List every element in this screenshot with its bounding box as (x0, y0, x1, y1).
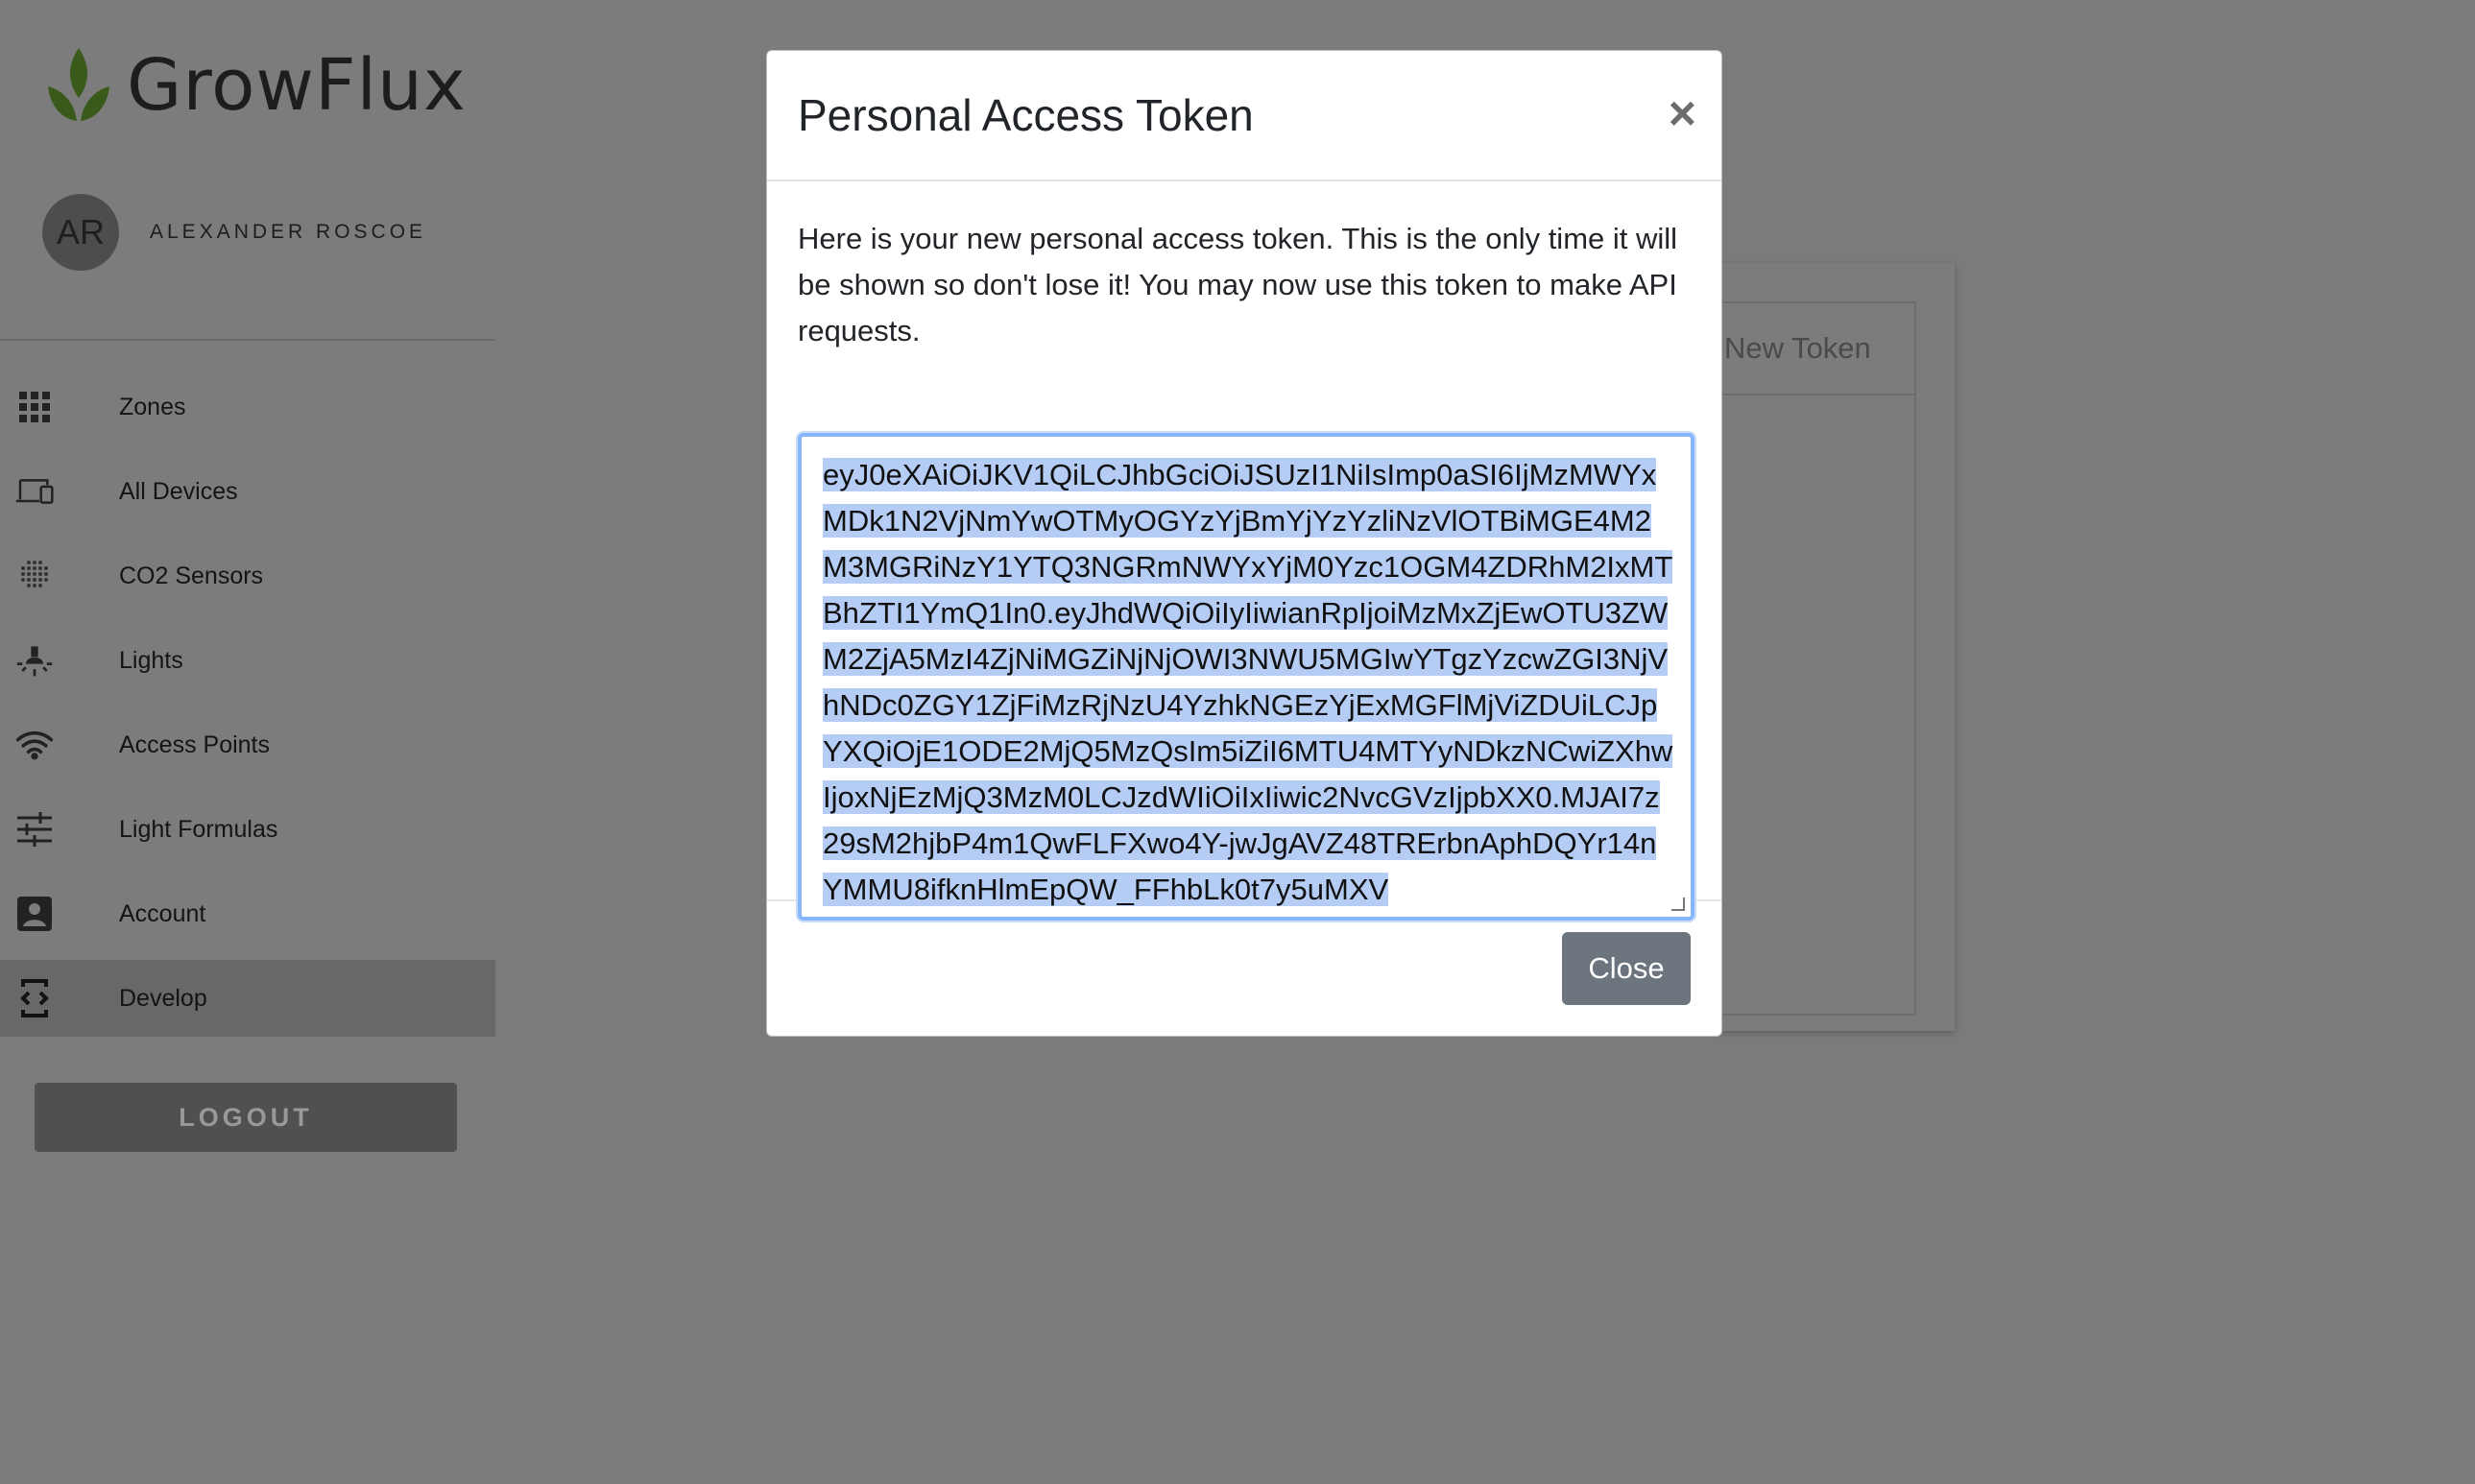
modal-footer: Close (767, 901, 1721, 1036)
app-name: GrowFlux (127, 44, 467, 127)
sidebar-item-account[interactable]: Account (0, 875, 495, 952)
sidebar-item-all-devices[interactable]: All Devices (0, 453, 495, 530)
sidebar-item-label: Lights (119, 646, 183, 674)
wifi-icon (15, 726, 54, 764)
sidebar-item-access-points[interactable]: Access Points (0, 706, 495, 783)
sidebar-item-develop[interactable]: Develop (0, 960, 495, 1037)
sidebar-item-lights[interactable]: Lights (0, 622, 495, 699)
tokens-panel: New Token (1715, 301, 1916, 1016)
close-button[interactable]: Close (1562, 932, 1691, 1005)
sidebar-item-label: All Devices (119, 477, 238, 505)
avatar[interactable]: AR (42, 194, 119, 271)
developer-icon (15, 979, 54, 1017)
sliders-icon (15, 810, 54, 849)
modal-title: Personal Access Token (798, 90, 1254, 140)
sensor-dots-icon (15, 557, 54, 595)
sidebar-item-label: Light Formulas (119, 815, 278, 843)
sidebar-item-label: Access Points (119, 730, 271, 758)
token-modal: Personal Access Token × Here is your new… (766, 50, 1722, 1037)
modal-body: Here is your new personal access token. … (767, 181, 1721, 921)
sidebar-divider (0, 339, 495, 341)
close-icon[interactable]: × (1669, 85, 1696, 141)
account-box-icon (15, 895, 54, 933)
leaf-logo-icon (48, 48, 109, 121)
logout-button[interactable]: LOGOUT (35, 1083, 457, 1152)
user-info: AR ALEXANDER ROSCOE (42, 194, 426, 271)
sidebar-item-label: Zones (119, 393, 186, 420)
app-logo[interactable]: GrowFlux (44, 44, 467, 127)
sidebar-item-label: Account (119, 899, 206, 927)
sidebar-item-co2-sensors[interactable]: CO2 Sensors (0, 538, 495, 614)
light-icon (15, 641, 54, 680)
grid-icon (15, 388, 54, 426)
modal-header: Personal Access Token × (767, 51, 1721, 181)
devices-icon (15, 472, 54, 511)
sidebar-item-zones[interactable]: Zones (0, 369, 495, 445)
user-name: ALEXANDER ROSCOE (150, 221, 427, 243)
sidebar-item-label: Develop (119, 984, 207, 1012)
sidebar-nav: Zones All Devices CO2 Sensors Lights Acc… (0, 369, 495, 1044)
tokens-card: New Token (1715, 263, 1955, 1031)
token-value: eyJ0eXAiOiJKV1QiLCJhbGciOiJSUzI1NiIsImp0… (823, 458, 1673, 906)
token-textarea[interactable]: eyJ0eXAiOiJKV1QiLCJhbGciOiJSUzI1NiIsImp0… (798, 433, 1694, 921)
modal-message: Here is your new personal access token. … (798, 222, 1678, 347)
sidebar-item-light-formulas[interactable]: Light Formulas (0, 791, 495, 868)
sidebar-item-label: CO2 Sensors (119, 562, 264, 589)
new-token-tab[interactable]: New Token (1715, 303, 1914, 395)
sidebar: GrowFlux AR ALEXANDER ROSCOE Zones All D… (0, 0, 495, 1484)
